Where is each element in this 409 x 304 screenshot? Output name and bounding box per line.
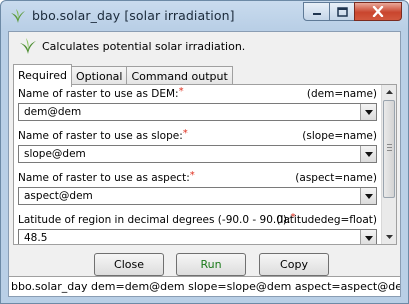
chevron-down-icon[interactable] <box>360 146 376 162</box>
aspect-value: aspect@dem <box>24 190 93 202</box>
minimize-button[interactable] <box>303 2 330 21</box>
module-window: bbo.solar_day [solar irradiation] Calcul… <box>0 0 409 304</box>
latitude-label: Latitude of region in decimal degrees (-… <box>18 212 296 226</box>
chevron-down-icon[interactable] <box>360 104 376 120</box>
close-button[interactable]: Close <box>94 253 164 276</box>
tab-command-output[interactable]: Command output <box>126 66 233 86</box>
tab-optional[interactable]: Optional <box>70 66 128 86</box>
module-description: Calculates potential solar irradiation. <box>42 40 246 53</box>
dem-label-text: Name of raster to use as DEM: <box>18 88 179 100</box>
slope-value: slope@dem <box>24 148 86 160</box>
aspect-select[interactable]: aspect@dem <box>18 187 377 205</box>
window-title: bbo.solar_day [solar irradiation] <box>32 8 235 23</box>
vertical-scrollbar[interactable] <box>381 85 396 244</box>
chevron-down-icon[interactable] <box>360 188 376 204</box>
aspect-key: (aspect=name) <box>295 172 377 184</box>
tab-bar: Required Optional Command output <box>13 64 233 87</box>
grip-line <box>387 144 392 145</box>
dem-value: dem@dem <box>24 106 82 118</box>
chevron-down-icon[interactable] <box>360 230 376 244</box>
required-marker: * <box>189 170 195 181</box>
slope-label: Name of raster to use as slope:* <box>18 128 188 142</box>
grip-line <box>387 150 392 151</box>
slope-label-text: Name of raster to use as slope: <box>18 130 183 142</box>
tab-required[interactable]: Required <box>13 64 72 87</box>
command-preview: bbo.solar_day dem=dem@dem slope=slope@de… <box>9 276 400 296</box>
slope-key: (slope=name) <box>302 130 377 142</box>
maximize-button[interactable] <box>329 2 355 21</box>
grass-logo-icon <box>19 37 37 55</box>
dem-label: Name of raster to use as DEM:* <box>18 86 184 100</box>
minimize-icon <box>312 2 322 21</box>
maximize-icon <box>336 2 348 21</box>
copy-button[interactable]: Copy <box>259 253 329 276</box>
slope-select[interactable]: slope@dem <box>18 145 377 163</box>
required-marker: * <box>182 128 188 139</box>
close-window-button[interactable] <box>354 2 402 21</box>
window-client-area: Calculates potential solar irradiation. … <box>8 31 401 297</box>
close-icon <box>372 2 384 21</box>
aspect-label: Name of raster to use as aspect:* <box>18 170 195 184</box>
grass-logo-icon <box>10 8 26 24</box>
title-bar[interactable]: bbo.solar_day [solar irradiation] <box>1 1 408 31</box>
grip-line <box>387 147 392 148</box>
latitude-value: 48.5 <box>24 232 48 244</box>
required-panel: Name of raster to use as DEM:* (dem=name… <box>13 84 397 245</box>
latitude-label-text: Latitude of region in decimal degrees (-… <box>18 214 291 226</box>
run-button[interactable]: Run <box>176 253 246 276</box>
dem-key: (dem=name) <box>306 88 377 100</box>
scrollbar-thumb[interactable] <box>383 100 395 198</box>
scroll-up-icon[interactable] <box>382 85 396 99</box>
dem-select[interactable]: dem@dem <box>18 103 377 121</box>
aspect-label-text: Name of raster to use as aspect: <box>18 172 190 184</box>
description-row: Calculates potential solar irradiation. <box>9 34 400 60</box>
latitude-key: (latitudedeg=float) <box>276 214 377 226</box>
required-marker: * <box>178 86 184 97</box>
scroll-down-icon[interactable] <box>382 230 396 244</box>
latitude-input[interactable]: 48.5 <box>18 229 377 244</box>
